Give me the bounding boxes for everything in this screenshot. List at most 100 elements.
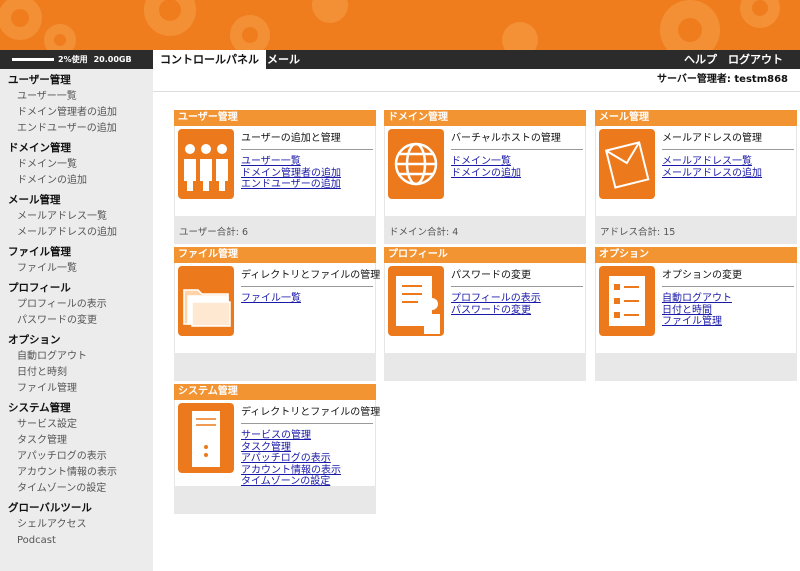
- sidebar-section-title: ユーザー管理: [8, 74, 71, 86]
- panel-footer: ユーザー合計: 6: [174, 216, 376, 244]
- panel-title: メール管理: [595, 110, 797, 126]
- panel-link[interactable]: エンドユーザーの追加: [241, 179, 373, 191]
- panel-link[interactable]: ドメイン一覧: [451, 156, 583, 168]
- sidebar-item[interactable]: エンドユーザーの追加: [0, 121, 153, 137]
- folder-icon[interactable]: [178, 266, 234, 336]
- panel-footer: [384, 353, 586, 381]
- sidebar-item[interactable]: 自動ログアウト: [0, 349, 153, 365]
- panel-link[interactable]: 自動ログアウト: [662, 293, 794, 305]
- panel-link[interactable]: タイムゾーンの設定: [241, 476, 373, 488]
- sidebar-section-title: グローバルツール: [8, 502, 92, 514]
- panel-link[interactable]: ファイル管理: [662, 316, 794, 328]
- panel-heading: ユーザーの追加と管理: [241, 129, 373, 150]
- main-content: ユーザー管理ユーザーの追加と管理ユーザー一覧 ドメイン管理者の追加 エンドユーザーの…: [153, 91, 800, 571]
- panel-text: オプションの変更自動ログアウト 日付と時間 ファイル管理: [662, 266, 794, 328]
- panel-title: プロフィール: [384, 247, 586, 263]
- disk-usage-total: 20.00GB: [93, 55, 132, 64]
- panel-body: ユーザーの追加と管理ユーザー一覧 ドメイン管理者の追加 エンドユーザーの追加: [174, 126, 376, 216]
- sidebar-item[interactable]: ドメイン管理者の追加: [0, 105, 153, 121]
- panel-link[interactable]: アパッチログの表示: [241, 453, 373, 465]
- server-icon[interactable]: [178, 403, 234, 473]
- panel-text: ディレクトリとファイルの管理サービスの管理 タスク管理 アパッチログの表示 アカウント…: [241, 403, 380, 488]
- panel-body: オプションの変更自動ログアウト 日付と時間 ファイル管理: [595, 263, 797, 353]
- panel-text: ディレクトリとファイルの管理ファイル一覧: [241, 266, 380, 305]
- sidebar-section-title: メール管理: [8, 194, 61, 206]
- panel-link[interactable]: ユーザー一覧: [241, 156, 373, 168]
- panel-text: ユーザーの追加と管理ユーザー一覧 ドメイン管理者の追加 エンドユーザーの追加: [241, 129, 373, 191]
- panel-link[interactable]: ドメイン管理者の追加: [241, 168, 373, 180]
- panel-link[interactable]: サービスの管理: [241, 430, 373, 442]
- logout-link[interactable]: ログアウト: [721, 50, 790, 69]
- panel-body: バーチャルホストの管理ドメイン一覧 ドメインの追加: [384, 126, 586, 216]
- globe-icon[interactable]: [388, 129, 444, 199]
- panel-text: メールアドレスの管理メールアドレス一覧 メールアドレスの追加: [662, 129, 794, 179]
- sidebar-section-title: オプション: [8, 334, 61, 346]
- sidebar-item[interactable]: タイムゾーンの設定: [0, 481, 153, 497]
- sidebar-item[interactable]: メールアドレス一覧: [0, 209, 153, 225]
- panel-heading: バーチャルホストの管理: [451, 129, 583, 150]
- panel-link[interactable]: 日付と時間: [662, 305, 794, 317]
- top-nav-bar: 2%使用 20.00GB コントロールパネル メール ヘルプ ログアウト: [0, 50, 800, 69]
- panel: ドメイン管理バーチャルホストの管理ドメイン一覧 ドメインの追加ドメイン合計: 4: [384, 110, 586, 244]
- panel-body: パスワードの変更 プロフィールの表示 パスワードの変更: [384, 263, 586, 353]
- mail-icon[interactable]: [599, 129, 655, 199]
- tab-control-panel[interactable]: コントロールパネル: [153, 50, 266, 69]
- panel-title: ユーザー管理: [174, 110, 376, 126]
- panel-link[interactable]: タスク管理: [241, 442, 373, 454]
- panel-heading: オプションの変更: [662, 266, 794, 287]
- sidebar-item[interactable]: ユーザー一覧: [0, 89, 153, 105]
- sidebar-item[interactable]: ドメインの追加: [0, 173, 153, 189]
- panel-heading: ディレクトリとファイルの管理: [241, 403, 380, 424]
- help-link[interactable]: ヘルプ: [677, 50, 724, 69]
- panel-title: ドメイン管理: [384, 110, 586, 126]
- sidebar-item[interactable]: プロフィールの表示: [0, 297, 153, 313]
- sidebar-item[interactable]: ファイル管理: [0, 381, 153, 397]
- users-icon[interactable]: [178, 129, 234, 199]
- gear-pattern-icon: [0, 0, 780, 50]
- panel-body: メールアドレスの管理メールアドレス一覧 メールアドレスの追加: [595, 126, 797, 216]
- panel: システム管理 ディレクトリとファイルの管理 サービスの管理 タスク管理 アパッチログの表…: [174, 384, 380, 514]
- panel-link[interactable]: メールアドレス一覧: [662, 156, 794, 168]
- profile-icon[interactable]: [388, 266, 444, 336]
- panel-text: バーチャルホストの管理ドメイン一覧 ドメインの追加: [451, 129, 583, 179]
- panel-link[interactable]: ドメインの追加: [451, 168, 583, 180]
- panel-link[interactable]: メールアドレスの追加: [662, 168, 794, 180]
- sidebar-section-title: プロフィール: [8, 282, 71, 294]
- sidebar-item[interactable]: アカウント情報の表示: [0, 465, 153, 481]
- panel-footer: アドレス合計: 15: [595, 216, 797, 244]
- panel-footer: ドメイン合計: 4: [384, 216, 586, 244]
- sidebar-item[interactable]: ドメイン一覧: [0, 157, 153, 173]
- panel: プロフィールパスワードの変更 プロフィールの表示 パスワードの変更: [384, 247, 586, 381]
- sidebar-item[interactable]: アパッチログの表示: [0, 449, 153, 465]
- panel: オプションオプションの変更自動ログアウト 日付と時間 ファイル管理: [595, 247, 797, 381]
- panel-text: パスワードの変更 プロフィールの表示 パスワードの変更: [451, 266, 583, 316]
- tab-mail[interactable]: メール: [260, 50, 307, 69]
- sidebar-item[interactable]: タスク管理: [0, 433, 153, 449]
- panel: ファイル管理 ディレクトリとファイルの管理 ファイル一覧: [174, 247, 380, 381]
- sidebar-item[interactable]: 日付と時刻: [0, 365, 153, 381]
- panel: ユーザー管理ユーザーの追加と管理ユーザー一覧 ドメイン管理者の追加 エンドユーザーの…: [174, 110, 376, 244]
- panel-heading: メールアドレスの管理: [662, 129, 794, 150]
- panel-link[interactable]: プロフィールの表示: [451, 293, 583, 305]
- checklist-icon[interactable]: [599, 266, 655, 336]
- sidebar-item[interactable]: メールアドレスの追加: [0, 225, 153, 241]
- panel-link[interactable]: アカウント情報の表示: [241, 465, 373, 477]
- panel-title: オプション: [595, 247, 797, 263]
- panel-heading: ディレクトリとファイルの管理: [241, 266, 380, 287]
- sidebar-section-title: ファイル管理: [8, 246, 71, 258]
- sidebar-item[interactable]: Podcast: [0, 533, 153, 549]
- header-banner: [0, 0, 800, 50]
- sidebar-item[interactable]: パスワードの変更: [0, 313, 153, 329]
- panel-footer: [174, 353, 376, 381]
- panel-body: ディレクトリとファイルの管理ファイル一覧: [174, 263, 380, 353]
- panel-link[interactable]: ファイル一覧: [241, 293, 373, 305]
- panel-link[interactable]: パスワードの変更: [451, 305, 583, 317]
- server-admin-info: サーバー管理者: testm868: [153, 69, 800, 91]
- sidebar-section-title: ドメイン管理: [8, 142, 71, 154]
- panel: メール管理メールアドレスの管理メールアドレス一覧 メールアドレスの追加アドレス合計…: [595, 110, 797, 244]
- sidebar-item[interactable]: シェルアクセス: [0, 517, 153, 533]
- sidebar-item[interactable]: ファイル一覧: [0, 261, 153, 277]
- sidebar: ユーザー管理ユーザー一覧 ドメイン管理者の追加 エンドユーザーの追加ドメイン管理ドメ…: [0, 69, 153, 571]
- sidebar-item[interactable]: サービス設定: [0, 417, 153, 433]
